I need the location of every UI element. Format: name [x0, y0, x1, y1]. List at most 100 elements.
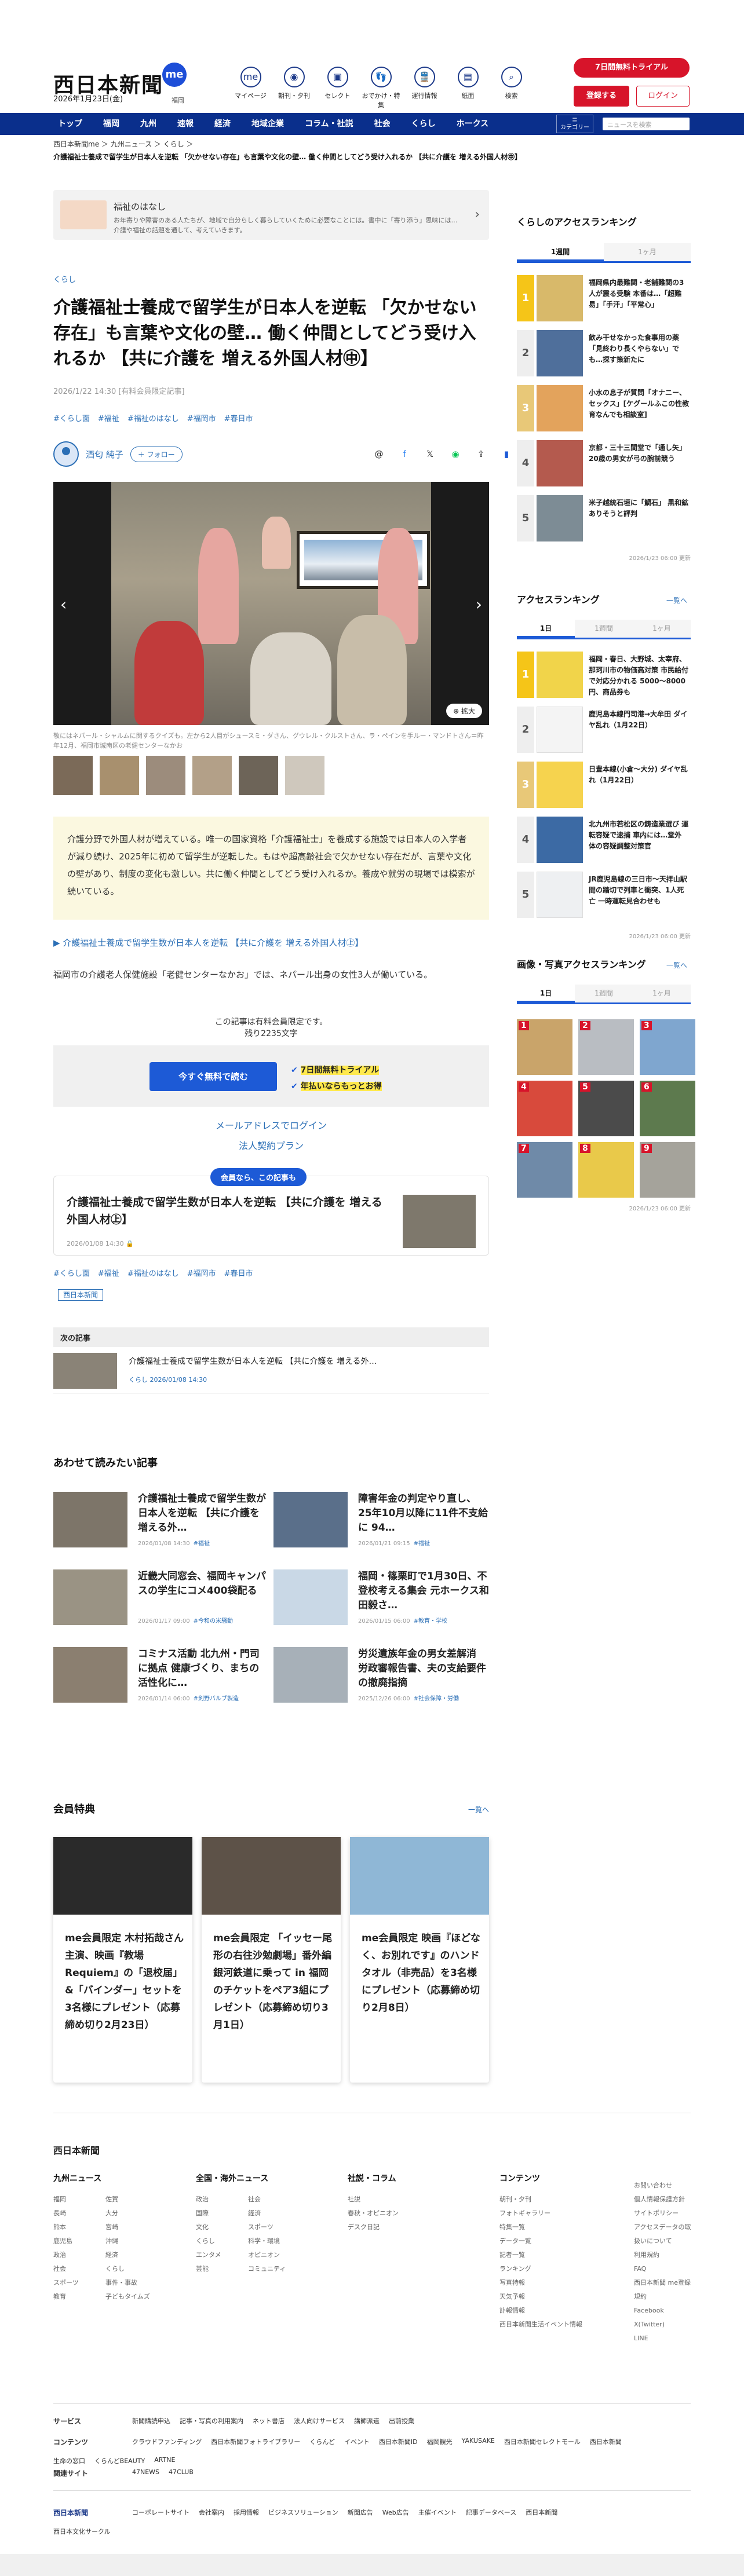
ranking-item[interactable]: 1 福岡・春日、大野城、太宰府、那珂川市の物価高対策 市民給付で対応分かれる 50… [517, 652, 691, 704]
footer-link[interactable]: 特集一覧 [499, 2220, 582, 2234]
footer-link[interactable]: 大分 [105, 2207, 158, 2220]
photo-rank-item[interactable]: 2 [578, 1019, 634, 1075]
x-icon[interactable]: 𝕏 [422, 446, 438, 462]
footer-link[interactable]: 西日本新聞 me登録規約 [634, 2276, 692, 2304]
series-banner[interactable]: 福祉のはなし お年寄りや障害のある人たちが、地域で自分らしく暮らしていくために必… [53, 190, 489, 240]
ranking-item[interactable]: 2 鹿児島本線門司港→大牟田 ダイヤ乱れ（1月22日） [517, 707, 691, 759]
footer-link[interactable]: コミュニティ [248, 2262, 300, 2276]
footer-link[interactable]: 社会 [53, 2262, 105, 2276]
prev-article-link[interactable]: ▶ 介護福祉士養成で留学生数が日本人を逆転 【共に介護を 増える外国人材㊤】 [53, 936, 363, 949]
tag-link[interactable]: #福岡市 [187, 1267, 216, 1278]
bookmark-icon[interactable]: ▮ [498, 446, 515, 462]
footer-link[interactable]: 福岡観光 [427, 2437, 453, 2447]
footer-link[interactable]: クラウドファンディング [132, 2437, 202, 2447]
footer-link[interactable]: 政治 [53, 2248, 105, 2262]
footer-link[interactable]: お問い合わせ [634, 2179, 692, 2193]
tag-link[interactable]: #福岡市 [187, 412, 216, 423]
nav-item-kyushu[interactable]: 九州 [130, 113, 167, 135]
footer-link[interactable]: 利用規約 [634, 2248, 692, 2262]
nav-item-hawks[interactable]: ホークス [446, 113, 499, 135]
photo-thumb[interactable] [285, 756, 324, 795]
footer-link[interactable]: 西日本新聞 [590, 2437, 622, 2447]
related-item[interactable]: 労災遺族年金の男女差解消 労政審報告書、夫の支給要件の撤廃指摘 2025/12/2… [273, 1647, 490, 1706]
nav-item-economy[interactable]: 経済 [204, 113, 241, 135]
corporate-plan-link[interactable]: 法人契約プラン [53, 1138, 489, 1152]
footer-link[interactable]: ビジネスソリューション [268, 2508, 338, 2518]
benefit-card[interactable]: me会員限定 映画『ほどなく、お別れです』のハンドタオル（非売品）を3名様にプレ… [350, 1837, 489, 2083]
paper-link[interactable]: ◉ 朝刊・夕刊 [272, 67, 316, 109]
photo-rank-item[interactable]: 5 [578, 1081, 634, 1136]
footer-link[interactable]: イベント [344, 2437, 370, 2447]
footer-link[interactable]: 国際 [196, 2207, 248, 2220]
tag-link[interactable]: #春日市 [224, 412, 253, 423]
tag-link[interactable]: #福祉のはなし [127, 1267, 179, 1278]
login-button[interactable]: ログイン [636, 86, 690, 107]
footer-link[interactable]: 個人情報保護方針 [634, 2193, 692, 2207]
ranking-item[interactable]: 3 日豊本線(小倉～大分) ダイヤ乱れ（1月22日） [517, 762, 691, 814]
footer-link[interactable]: くらし [196, 2234, 248, 2248]
footer-link[interactable]: 新聞広告 [348, 2508, 373, 2518]
ranking-item[interactable]: 5 JR鹿児島線の三日市～天拝山駅間の踏切で列車と衝突、1人死亡 一時運転見合わせ… [517, 872, 691, 924]
footer-link[interactable]: 長崎 [53, 2207, 105, 2220]
footer-link[interactable]: サイトポリシー [634, 2207, 692, 2220]
ranking-item[interactable]: 4 北九州市若松区の鋳造業選び 運転容疑で逮捕 車内には…堂外 体の容疑調整対策官 [517, 817, 691, 869]
footer-link[interactable]: 西日本新聞セレクトモール [504, 2437, 581, 2447]
footer-link[interactable]: Web広告 [382, 2508, 409, 2518]
photo-rank-item[interactable]: 9 [640, 1142, 695, 1198]
tab-1day[interactable]: 1日 [517, 985, 575, 1002]
footer-link[interactable]: 記事データベース [466, 2508, 516, 2518]
footer-link[interactable]: 宮崎 [105, 2220, 158, 2234]
nav-search-input[interactable]: ニュースを検索 [603, 118, 690, 130]
photo-rank-item[interactable]: 4 [517, 1081, 572, 1136]
footer-link[interactable]: 生命の窓口 [53, 2456, 85, 2465]
footer-link[interactable]: 訃報情報 [499, 2304, 582, 2318]
tab-1month[interactable]: 1ヶ月 [633, 985, 691, 1002]
photo-thumb[interactable] [239, 756, 278, 795]
footer-link[interactable]: 沖縄 [105, 2234, 158, 2248]
category-menu-button[interactable]: ☰ カテゴリー [556, 115, 593, 133]
tab-1day[interactable]: 1日 [517, 620, 575, 638]
breadcrumb[interactable]: 西日本新聞me ＞ 九州ニュース ＞ くらし ＞ [53, 139, 194, 149]
footer-link[interactable]: 文化 [196, 2220, 248, 2234]
article-photo[interactable]: ‹ › ⊕ 拡大 [53, 482, 489, 725]
ranking-item[interactable]: 3 小水の息子が質問「オナニー、セックス」[ケグールふこの性教育なんでも相談室] [517, 385, 691, 437]
footer-link[interactable]: 法人向けサービス [294, 2416, 345, 2426]
footer-link[interactable]: 経済 [248, 2207, 300, 2220]
footer-link[interactable]: 47CLUB [169, 2468, 194, 2478]
panel-link[interactable]: ▤ 紙面 [446, 67, 490, 109]
footer-link[interactable]: 天気予報 [499, 2290, 582, 2304]
footer-link[interactable]: 西日本新聞ID [379, 2437, 418, 2447]
author-name[interactable]: 酒匂 純子 [86, 448, 123, 460]
share-icon[interactable]: ⇪ [473, 446, 489, 462]
related-tag[interactable]: #社会保障・労働 [414, 1696, 459, 1702]
footer-link[interactable]: 科学・環境 [248, 2234, 300, 2248]
footer-corp-logo[interactable]: 西日本新聞 [53, 2508, 123, 2518]
zoom-button[interactable]: ⊕ 拡大 [446, 704, 482, 718]
threads-icon[interactable]: @ [371, 446, 387, 462]
photo-thumb[interactable] [192, 756, 232, 795]
footer-link[interactable]: 採用情報 [234, 2508, 259, 2518]
benefit-card[interactable]: me会員限定 「イッセー尾形の右往沙勉劇場」番外編 銀河鉄道に乗って in 福岡… [202, 1837, 341, 2083]
ranking-item[interactable]: 4 京都・三十三間堂で「通し矢」 20歳の男女が弓の腕前競う [517, 440, 691, 492]
photo-thumb[interactable] [146, 756, 185, 795]
ranking-item[interactable]: 1 福岡県内最難関・老舗難関の3人が震る受験 本番は…「超難易」「手汗」「平常心」 [517, 275, 691, 327]
footer-link[interactable]: 佐賀 [105, 2193, 158, 2207]
nav-item-column[interactable]: コラム・社説 [294, 113, 364, 135]
footer-link[interactable]: ARTNE [154, 2456, 175, 2465]
footer-link[interactable]: 社会 [248, 2193, 300, 2207]
line-icon[interactable]: ◉ [447, 446, 464, 462]
footer-link[interactable]: 事件・事故 [105, 2276, 158, 2290]
related-item[interactable]: 近畿大同窓会、福岡キャンパスの学生にコメ400袋配る 2026/01/17 09:… [53, 1569, 270, 1629]
related-item[interactable]: 障害年金の判定やり直し、25年10月以降に11件不支給に 94… 2026/01/… [273, 1492, 490, 1551]
outing-link[interactable]: 👣 おでかけ・特集 [359, 67, 403, 109]
footer-link[interactable]: 政治 [196, 2193, 248, 2207]
footer-link[interactable]: 会社案内 [199, 2508, 224, 2518]
chevron-left-icon[interactable]: ‹ [60, 595, 67, 614]
follow-button[interactable]: ＋ フォロー [130, 446, 183, 462]
photo-rank-item[interactable]: 7 [517, 1142, 572, 1198]
photo-thumb[interactable] [53, 756, 93, 795]
tag-link[interactable]: #福祉 [98, 412, 119, 423]
related-tag[interactable]: #福祉 [194, 1541, 210, 1547]
photo-more-link[interactable]: 一覧へ [666, 960, 687, 970]
avatar[interactable] [53, 441, 79, 467]
